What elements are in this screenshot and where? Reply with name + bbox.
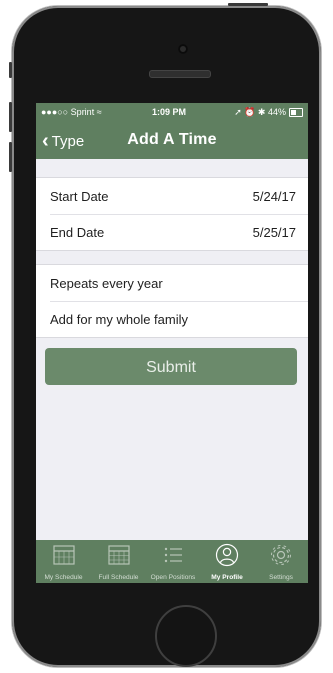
calendar-icon <box>52 545 75 565</box>
repeats-every-year-label: Repeats every year <box>50 275 163 291</box>
tab-label: My Schedule <box>44 574 83 581</box>
tab-settings[interactable]: Settings <box>254 540 308 583</box>
status-bar: ●●●○○ Sprint ≈ 1:09 PM ➚ ⏰ ✱ 44% <box>36 103 308 121</box>
end-date-label: End Date <box>50 224 105 240</box>
tab-my-schedule[interactable]: My Schedule <box>36 540 91 583</box>
start-date-label: Start Date <box>50 188 109 204</box>
date-group: Start Date 5/24/17 End Date 5/25/17 <box>36 177 308 251</box>
tab-my-profile[interactable]: My Profile <box>200 540 254 583</box>
front-camera <box>178 44 188 54</box>
mute-switch <box>9 62 12 78</box>
app-screen: ●●●○○ Sprint ≈ 1:09 PM ➚ ⏰ ✱ 44% ‹ Type … <box>36 103 308 583</box>
tab-label: Full Schedule <box>98 574 139 581</box>
list-icon <box>164 547 182 563</box>
repeats-every-year-option[interactable]: Repeats every year <box>36 265 308 301</box>
volume-down-button <box>9 142 12 172</box>
calendar-grid-icon <box>107 545 130 565</box>
gear-icon <box>271 545 291 565</box>
start-date-row[interactable]: Start Date 5/24/17 <box>36 178 308 214</box>
carrier-signal: ●●●○○ Sprint ≈ <box>41 107 102 117</box>
status-time: 1:09 PM <box>152 107 187 117</box>
page-title: Add A Time <box>127 131 217 148</box>
tab-label: My Profile <box>211 574 243 581</box>
profile-icon <box>215 543 239 567</box>
battery-icon <box>289 108 303 117</box>
tab-label: Settings <box>269 574 293 581</box>
whole-family-label: Add for my whole family <box>50 311 188 327</box>
navigation-bar: ‹ Type Add A Time <box>36 121 308 159</box>
tab-full-schedule[interactable]: Full Schedule <box>91 540 146 583</box>
start-date-value: 5/24/17 <box>252 188 296 204</box>
tab-label: Open Positions <box>150 574 196 581</box>
volume-up-button <box>9 102 12 132</box>
options-group: Repeats every year Add for my whole fami… <box>36 264 308 338</box>
power-button <box>228 3 268 6</box>
submit-button[interactable]: Submit <box>45 348 297 385</box>
status-indicators: ➚ ⏰ ✱ 44% <box>234 107 286 117</box>
home-button[interactable] <box>155 605 217 667</box>
whole-family-option[interactable]: Add for my whole family <box>36 301 308 337</box>
tab-bar: My Schedule Full Schedule Open Positions… <box>36 540 308 583</box>
end-date-value: 5/25/17 <box>252 224 296 240</box>
tab-open-positions[interactable]: Open Positions <box>146 540 200 583</box>
end-date-row[interactable]: End Date 5/25/17 <box>36 214 308 250</box>
earpiece-speaker <box>149 70 211 78</box>
